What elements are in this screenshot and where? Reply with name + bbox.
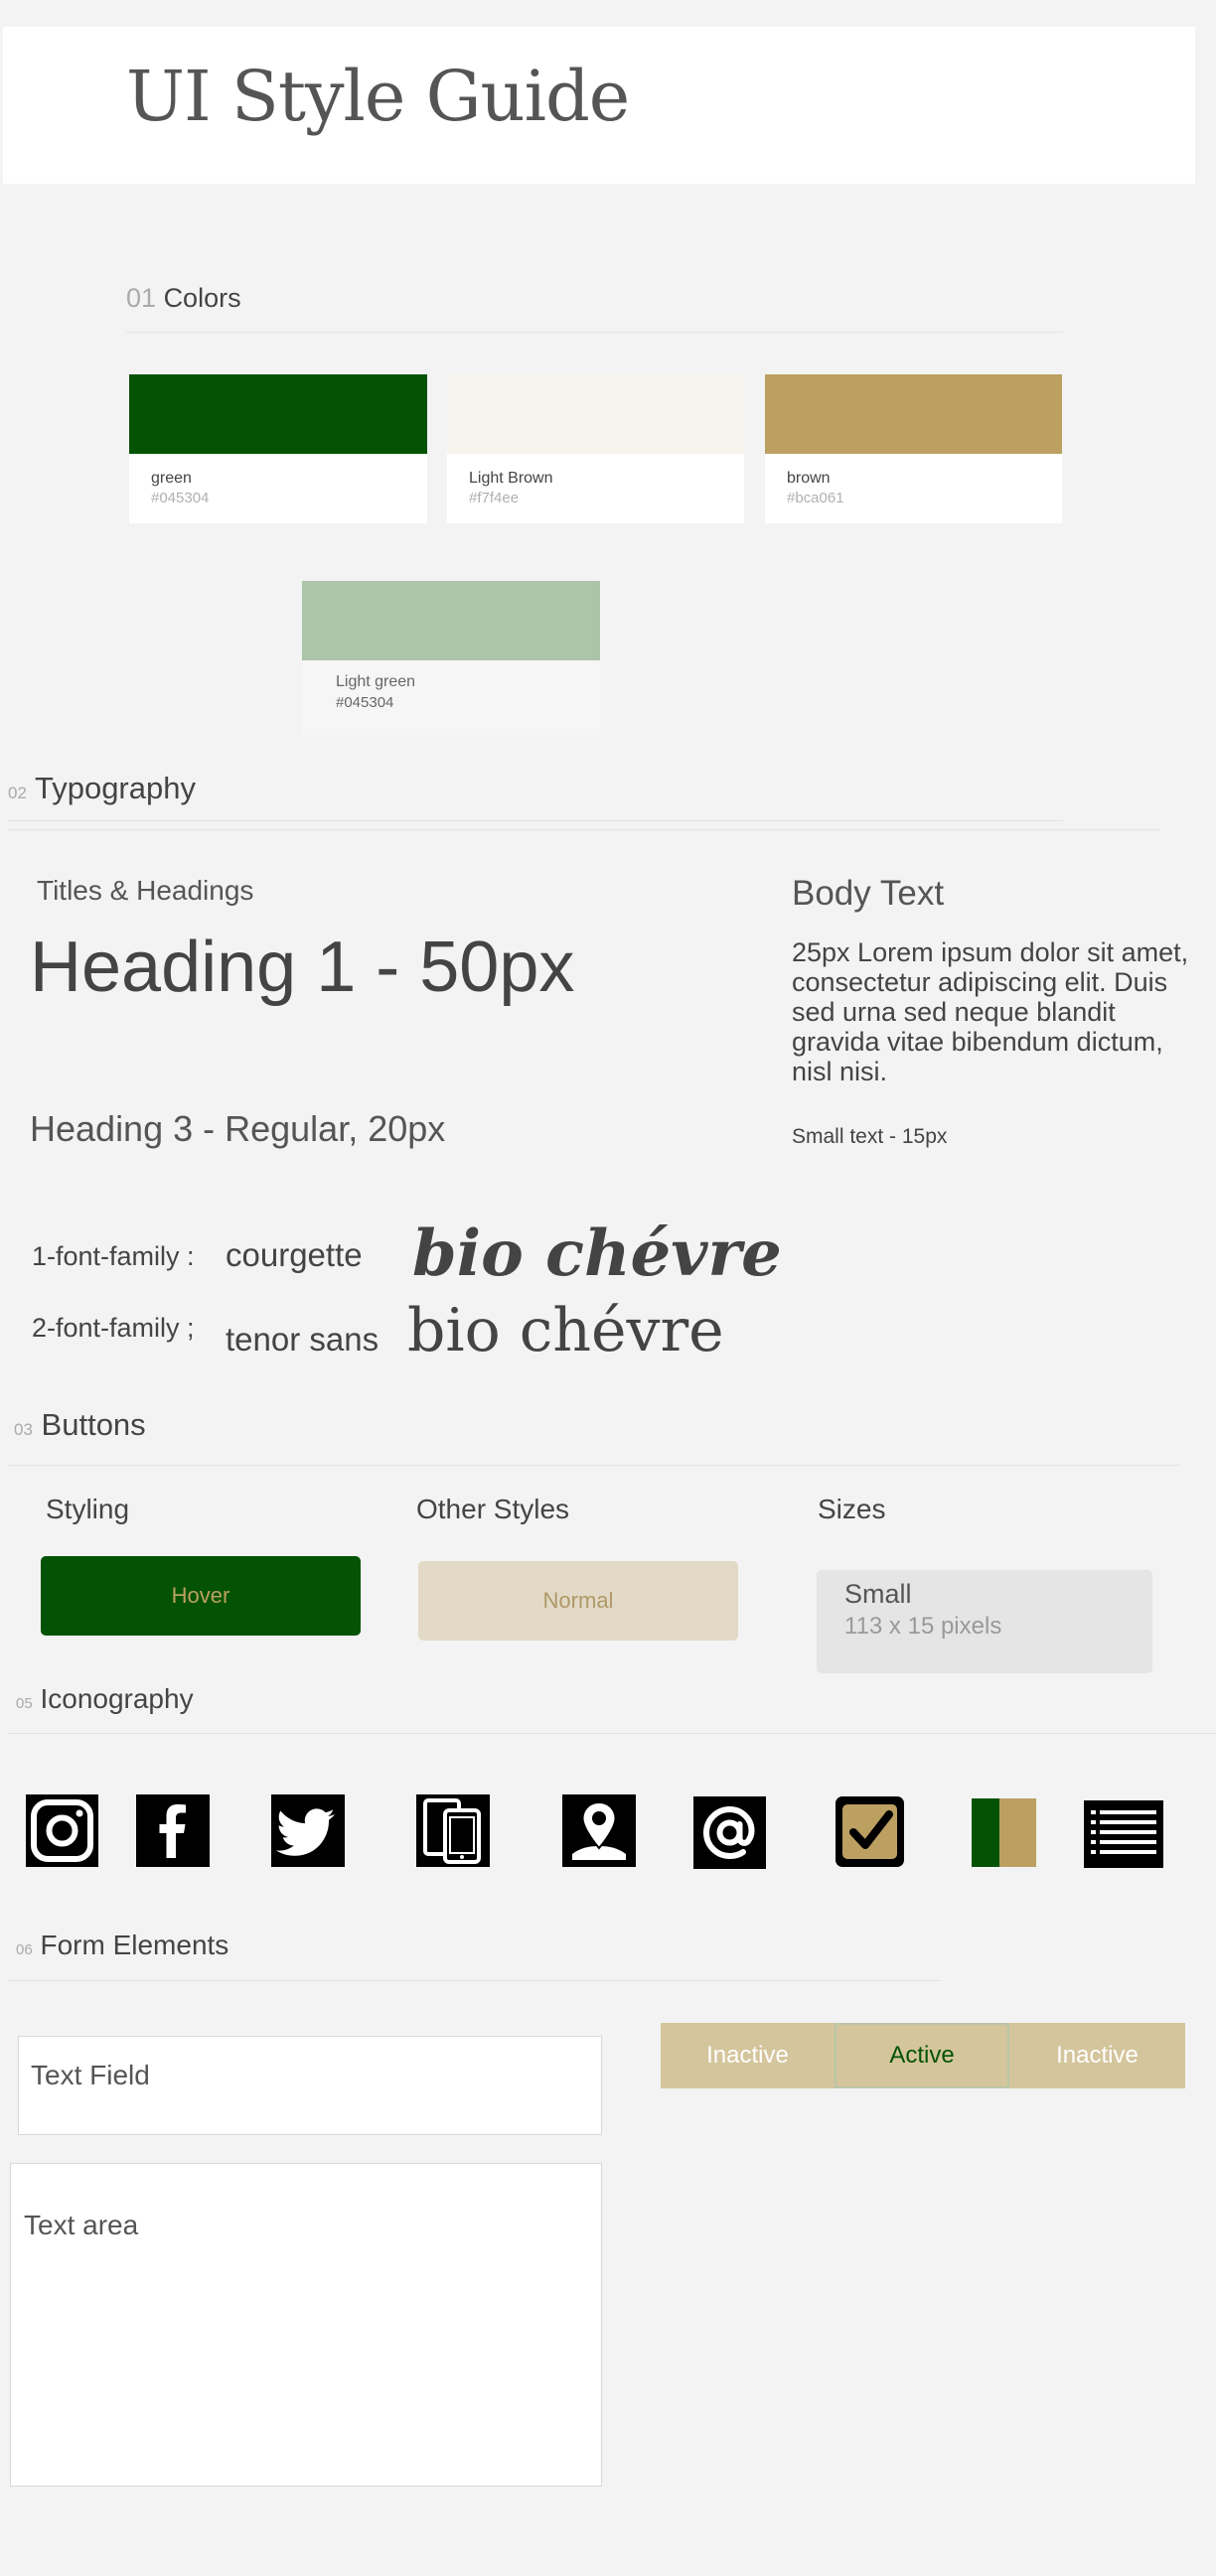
body-text-heading: Body Text	[792, 874, 945, 913]
swatch-name: Light Brown	[469, 470, 553, 487]
segmented-control: Inactive Active Inactive	[661, 2023, 1185, 2088]
iconography-section-heading: 05 Iconography	[16, 1683, 194, 1715]
buttons-section-heading: 03 Buttons	[14, 1407, 146, 1443]
color-split-icon[interactable]	[972, 1798, 1036, 1867]
section-number: 03	[14, 1420, 33, 1439]
segment-active[interactable]: Active	[835, 2023, 1009, 2088]
swatch-name: green	[151, 470, 192, 487]
divider	[8, 1465, 1180, 1466]
swatch-hex: #045304	[336, 694, 394, 711]
segment-inactive[interactable]: Inactive	[1009, 2023, 1185, 2088]
text-field[interactable]: Text Field	[18, 2036, 602, 2135]
typography-section-heading: 02 Typography	[8, 771, 196, 806]
section-title: Buttons	[41, 1407, 146, 1442]
swatch-name: brown	[787, 470, 831, 487]
swatch-hex: #f7f4ee	[469, 490, 520, 506]
colors-section-heading: 01 Colors	[126, 283, 241, 314]
divider	[8, 820, 1063, 821]
divider	[8, 1980, 942, 1981]
font-family-sample: bio chévre	[412, 1216, 782, 1291]
section-title: Typography	[34, 771, 196, 805]
page-title: UI Style Guide	[126, 56, 630, 137]
font-family-label: 2-font-family ;	[32, 1313, 195, 1343]
divider	[8, 1733, 1216, 1734]
section-number: 06	[16, 1941, 33, 1958]
instagram-icon[interactable]	[26, 1794, 98, 1867]
color-swatch-green	[129, 374, 427, 454]
text-area-placeholder: Text area	[24, 2210, 139, 2240]
checkbox-icon[interactable]	[834, 1794, 906, 1869]
font-family-name: tenor sans	[226, 1321, 380, 1358]
hover-button[interactable]: Hover	[41, 1556, 361, 1636]
small-text-sample: Small text - 15px	[792, 1125, 948, 1148]
form-elements-section-heading: 06 Form Elements	[16, 1930, 228, 1961]
font-family-name: courgette	[226, 1236, 363, 1273]
swatch-card-light-green: Light green #045304	[302, 581, 600, 735]
segment-inactive[interactable]: Inactive	[661, 2023, 835, 2088]
font-family-sample: bio chévre	[407, 1296, 724, 1365]
color-swatch-light-brown	[447, 374, 744, 454]
section-number: 02	[8, 784, 27, 802]
at-sign-icon[interactable]	[693, 1796, 766, 1869]
location-pin-icon[interactable]	[562, 1794, 636, 1867]
swatch-name: Light green	[336, 673, 416, 690]
styling-label: Styling	[46, 1494, 130, 1524]
other-styles-label: Other Styles	[416, 1494, 570, 1524]
divider	[8, 829, 1160, 830]
small-size-dims: 113 x 15 pixels	[844, 1613, 1002, 1640]
divider	[126, 332, 1063, 333]
small-size-title: Small	[844, 1579, 912, 1609]
section-title: Colors	[163, 283, 241, 313]
swatch-card-green: green #045304	[129, 374, 427, 523]
swatch-hex: #045304	[151, 490, 210, 506]
twitter-icon[interactable]	[271, 1794, 345, 1867]
sizes-label: Sizes	[818, 1494, 886, 1524]
swatch-card-brown: brown #bca061	[765, 374, 1062, 523]
facebook-icon[interactable]	[136, 1794, 210, 1867]
normal-button[interactable]: Normal	[418, 1561, 738, 1641]
color-swatch-light-green	[302, 581, 600, 660]
body-text-sample: 25px Lorem ipsum dolor sit amet, consect…	[792, 937, 1189, 1086]
titles-headings-label: Titles & Headings	[37, 875, 254, 906]
section-number: 05	[16, 1695, 33, 1712]
color-swatch-brown	[765, 374, 1062, 454]
heading-3-sample: Heading 3 - Regular, 20px	[30, 1108, 446, 1149]
section-title: Form Elements	[40, 1930, 229, 1960]
section-title: Iconography	[40, 1683, 194, 1714]
text-area[interactable]: Text area	[10, 2163, 602, 2487]
swatch-hex: #bca061	[787, 490, 844, 506]
swatch-card-light-brown: Light Brown #f7f4ee	[447, 374, 744, 523]
section-number: 01	[126, 283, 157, 313]
text-field-placeholder: Text Field	[31, 2060, 150, 2090]
small-size-button[interactable]: Small 113 x 15 pixels	[817, 1570, 1152, 1673]
font-family-label: 1-font-family :	[32, 1241, 195, 1271]
devices-icon[interactable]	[416, 1794, 490, 1867]
list-icon[interactable]	[1084, 1800, 1163, 1868]
heading-1-sample: Heading 1 - 50px	[30, 928, 575, 1007]
